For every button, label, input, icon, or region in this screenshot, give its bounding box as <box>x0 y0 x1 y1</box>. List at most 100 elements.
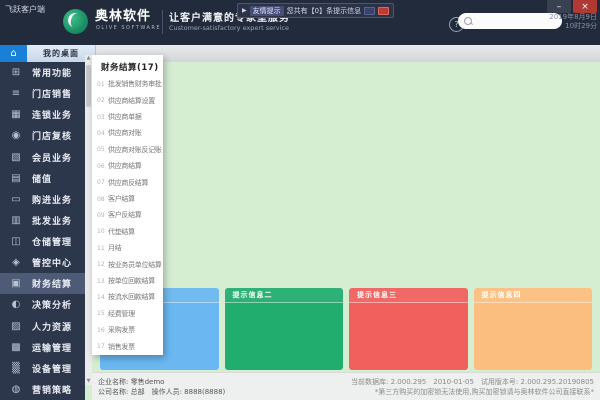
notification-text: 您共有【0】条提示信息 <box>286 6 362 15</box>
home-icon[interactable]: ⌂ <box>0 45 27 62</box>
sidebar-item-label: 决策分析 <box>32 301 73 312</box>
brand-name-en: OLIVE SOFTWARE <box>96 25 162 31</box>
prompt-card-header: 提示信息二 <box>224 288 343 303</box>
finance-menu-item[interactable]: 11 月结 <box>92 240 163 256</box>
sidebar-item[interactable]: ◈ 管控中心 <box>0 252 85 273</box>
version-info: 当前数据库: 2.000.295 2010-01-05 试用版本号: 2.000… <box>351 377 594 397</box>
finance-menu-item[interactable]: 06 供应商结算 <box>92 158 163 174</box>
close-button[interactable]: × <box>573 0 597 13</box>
desktop-area: 提示信息一 提示信息二 提示信息三 提示信息四 <box>92 62 600 372</box>
finance-menu-item[interactable]: 15 经费管理 <box>92 306 163 322</box>
finance-menu-item[interactable]: 16 采购发票 <box>92 322 163 338</box>
finance-menu-item[interactable]: 10 代垫结算 <box>92 224 163 240</box>
sidebar-item-icon: ⊞ <box>11 67 21 79</box>
finance-menu-item[interactable]: 04 供应商对账 <box>92 125 163 141</box>
sidebar-item[interactable]: ◐ 决策分析 <box>0 294 85 315</box>
finance-menu-title: 财务结算(17) <box>101 63 159 73</box>
menu-item-label: 代垫结算 <box>108 227 135 236</box>
menu-item-label: 批发销售财务审批 <box>108 80 162 89</box>
finance-menu-item[interactable]: 02 供应商结算设置 <box>92 92 163 108</box>
status-bar: 企业名称: 零售demo 公司名称: 总部 操作人员: 8888(8888) 当… <box>92 372 600 400</box>
sidebar-item[interactable]: ≡ 门店销售 <box>0 83 85 104</box>
sidebar-scrollbar[interactable]: ▲ ▼ <box>85 55 92 385</box>
sidebar-item-icon: ◐ <box>11 299 21 311</box>
sidebar-item-label: 设备管理 <box>32 364 73 375</box>
menu-item-label: 供应商结算设置 <box>108 96 155 105</box>
menu-item-number: 06 <box>97 162 105 170</box>
finance-menu-item[interactable]: 08 客户结算 <box>92 191 163 207</box>
search-input[interactable] <box>476 16 550 26</box>
search-box[interactable] <box>458 13 562 29</box>
sidebar-item[interactable]: ▥ 批发业务 <box>0 210 85 231</box>
menu-item-label: 采购发票 <box>108 326 135 335</box>
sidebar-item-label: 批发业务 <box>32 216 73 227</box>
prompt-card[interactable]: 提示信息四 <box>473 288 592 370</box>
menu-item-label: 按单位回款结算 <box>108 277 155 286</box>
flag-red-icon[interactable] <box>378 6 390 15</box>
sidebar-item-icon: ▣ <box>11 278 21 290</box>
sidebar-item[interactable]: ▦ 连锁业务 <box>0 104 85 125</box>
finance-menu-item[interactable]: 07 供应商反结算 <box>92 174 163 190</box>
sidebar-item-icon: ▭ <box>11 193 21 205</box>
menu-item-label: 供应商结算 <box>108 162 142 171</box>
flag-dark-icon[interactable] <box>364 6 376 15</box>
prompt-card-title: 提示信息二 <box>232 291 273 299</box>
menu-item-number: 09 <box>97 211 105 219</box>
prompt-card-header: 提示信息三 <box>349 288 468 303</box>
prompt-card[interactable]: 提示信息三 <box>349 288 468 370</box>
operator-info: 公司名称: 总部 操作人员: 8888(8888) <box>98 387 226 396</box>
sidebar-item-icon: ▥ <box>11 214 21 226</box>
play-icon[interactable]: ▶ <box>242 7 247 14</box>
sidebar-item[interactable]: ▤ 储值 <box>0 168 85 189</box>
sidebar-item[interactable]: ▨ 人力资源 <box>0 316 85 337</box>
finance-menu-item[interactable]: 03 供应商单据 <box>92 109 163 125</box>
license-note: *第三方购买的加密锁无法使用,购买加密锁请与奥林软件公司直接联系* <box>374 387 594 396</box>
menu-item-label: 供应商对账 <box>108 129 142 138</box>
finance-menu-item[interactable]: 17 销售发票 <box>92 339 163 355</box>
menu-item-number: 08 <box>97 195 105 203</box>
brand-slogan-en: Customer-satisfactory expert service <box>169 24 289 32</box>
menu-item-number: 03 <box>97 113 105 121</box>
sidebar-item[interactable]: ⊞ 常用功能 <box>0 62 85 83</box>
menu-item-number: 01 <box>97 80 105 88</box>
finance-menu-item[interactable]: 12 按业务员单位结算 <box>92 256 163 272</box>
search-icon <box>464 17 472 25</box>
finance-menu-item[interactable]: 14 按流水回款结算 <box>92 289 163 305</box>
scroll-up-icon[interactable]: ▲ <box>87 55 91 62</box>
sidebar-item-icon: ▧ <box>11 151 21 163</box>
sidebar-item[interactable]: ◫ 仓储管理 <box>0 231 85 252</box>
menu-item-label: 客户反结算 <box>108 211 142 220</box>
sidebar-item-icon: ▒ <box>12 362 20 374</box>
sidebar-item[interactable]: ◍ 营销策略 <box>0 379 85 400</box>
prompt-card-title: 提示信息三 <box>357 291 397 299</box>
datetime-display: 2019年8月9日 10时29分 <box>549 13 597 31</box>
finance-menu-item[interactable]: 13 按单位回款结算 <box>92 273 163 289</box>
finance-menu-item[interactable]: 09 客户反结算 <box>92 207 163 223</box>
notification-bar[interactable]: ▶ 友情提示 您共有【0】条提示信息 <box>237 3 395 18</box>
menu-item-number: 10 <box>97 228 105 236</box>
menu-item-number: 07 <box>97 179 105 187</box>
sidebar-item-label: 运输管理 <box>32 343 73 354</box>
menu-item-label: 供应商单据 <box>108 113 142 122</box>
notification-label: 友情提示 <box>249 5 284 16</box>
prompt-card[interactable]: 提示信息二 <box>224 288 343 370</box>
sidebar-item-label: 储值 <box>32 174 53 185</box>
sidebar-item-icon: ▩ <box>11 341 21 353</box>
scroll-down-icon[interactable]: ▼ <box>87 378 91 385</box>
scrollbar-thumb[interactable] <box>86 65 91 107</box>
brand-name: 奥林软件 <box>95 9 152 24</box>
minimize-button[interactable]: – <box>547 0 571 13</box>
sidebar-item[interactable]: ▭ 购进业务 <box>0 189 85 210</box>
sidebar-item[interactable]: ▩ 运输管理 <box>0 337 85 358</box>
menu-item-label: 销售发票 <box>108 342 135 351</box>
sidebar-item[interactable]: ▒ 设备管理 <box>0 358 85 379</box>
sidebar-item[interactable]: ▣ 财务结算 <box>0 273 85 295</box>
menu-item-number: 04 <box>97 129 105 137</box>
finance-menu-item[interactable]: 05 供应商对账反记账 <box>92 142 163 158</box>
finance-menu-item[interactable]: 01 批发销售财务审批 <box>92 76 163 92</box>
sidebar-item[interactable]: ▧ 会员业务 <box>0 147 85 168</box>
menu-item-number: 05 <box>97 146 105 154</box>
date-text: 2019年8月9日 <box>549 13 597 21</box>
sidebar-item[interactable]: ◉ 门店复核 <box>0 125 85 146</box>
finance-menu-list: 01 批发销售财务审批 02 供应商结算设置 03 供应商单据 04 供应商对账… <box>92 76 163 355</box>
